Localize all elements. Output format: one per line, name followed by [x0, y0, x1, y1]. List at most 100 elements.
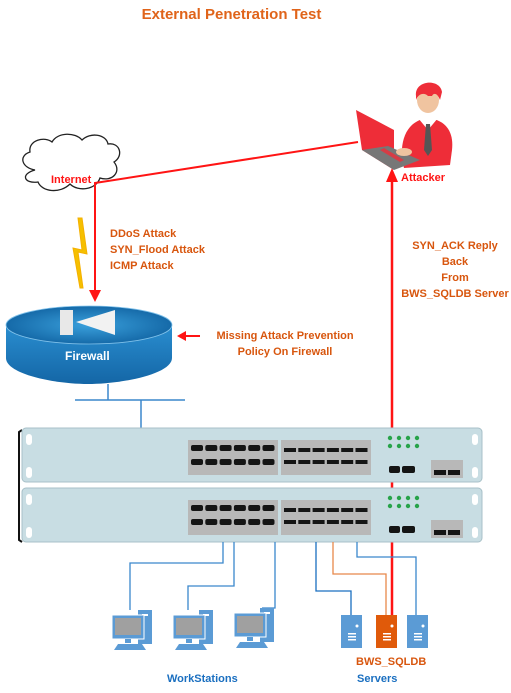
sfp-port	[341, 460, 354, 464]
reply-note-line: SYN_ACK Reply Back	[412, 240, 498, 268]
reply-note-line: From	[441, 272, 469, 284]
sfp-port	[448, 470, 460, 475]
status-led	[396, 443, 402, 449]
rj45-port	[219, 519, 232, 525]
uplink-port	[402, 526, 415, 533]
sfp-port	[341, 520, 354, 524]
sfp-port	[448, 530, 460, 535]
reply-path	[386, 168, 398, 615]
sfp-port	[341, 508, 354, 512]
sfp-port	[326, 460, 339, 464]
status-led	[396, 435, 402, 441]
sfp-port	[298, 448, 311, 452]
sfp-port	[284, 520, 296, 524]
server-icon[interactable]	[407, 615, 428, 648]
sfp-port	[312, 520, 325, 524]
rj45-port	[205, 459, 218, 465]
rj45-port	[191, 519, 203, 525]
sfp-port	[312, 508, 325, 512]
sfp-port	[434, 530, 446, 535]
reply-note: SYN_ACK Reply Back From BWS_SQLDB Server	[400, 238, 510, 302]
status-led	[387, 503, 393, 509]
status-led	[414, 495, 420, 501]
firewall-label: Firewall	[65, 349, 110, 363]
firewall-icon	[5, 305, 173, 384]
firewall-note-line: Missing Attack Prevention	[216, 330, 354, 342]
workstation-links	[129, 542, 276, 610]
status-led	[405, 495, 411, 501]
sfp-port	[284, 448, 296, 452]
rj45-port	[262, 519, 275, 525]
rj45-port	[191, 505, 203, 511]
rj45-port	[219, 505, 232, 511]
rj45-port	[262, 505, 275, 511]
rj45-port	[233, 505, 246, 511]
status-led	[405, 503, 411, 509]
rj45-port	[191, 459, 203, 465]
sfp-port	[298, 520, 311, 524]
rj45-port	[219, 459, 232, 465]
sfp-port	[355, 448, 368, 452]
firewall-note-arrow	[177, 331, 200, 341]
uplink-port	[389, 466, 400, 473]
status-led	[396, 503, 402, 509]
rj45-port	[233, 445, 246, 451]
rj45-port	[233, 519, 246, 525]
attack-item: DDoS Attack	[110, 228, 177, 240]
sfp-port	[355, 508, 368, 512]
sfp-port	[355, 520, 368, 524]
server-icon-highlighted[interactable]	[376, 615, 397, 648]
status-led	[414, 443, 420, 449]
sfp-port	[298, 508, 311, 512]
status-led	[414, 435, 420, 441]
status-led	[405, 435, 411, 441]
workstation-group	[111, 608, 274, 650]
rj45-port	[205, 445, 218, 451]
sfp-port	[341, 448, 354, 452]
status-led	[414, 503, 420, 509]
firewall-switch-link	[75, 384, 185, 428]
workstations-label: WorkStations	[167, 673, 238, 685]
rj45-port	[248, 459, 261, 465]
sfp-port	[355, 460, 368, 464]
sfp-port	[326, 448, 339, 452]
rj45-port	[233, 459, 246, 465]
internet-label: Internet	[51, 174, 92, 186]
status-led	[405, 443, 411, 449]
rj45-port	[248, 519, 261, 525]
rj45-port	[219, 445, 232, 451]
rj45-port	[191, 445, 203, 451]
hacker-laptop-icon	[356, 82, 453, 170]
sfp-port	[326, 508, 339, 512]
server-icon[interactable]	[341, 615, 362, 648]
attack-list: DDoS Attack SYN_Flood Attack ICMP Attack	[110, 226, 205, 274]
attack-path	[89, 141, 359, 302]
lightning-icon	[72, 217, 88, 289]
desktop-computer-icon[interactable]	[233, 608, 274, 648]
attack-arrowhead	[89, 290, 101, 302]
sfp-port	[284, 508, 296, 512]
rj45-port	[248, 505, 261, 511]
rj45-port	[205, 519, 218, 525]
attacker-label: Attacker	[401, 172, 446, 184]
status-led	[396, 495, 402, 501]
sfp-port	[312, 448, 325, 452]
desktop-computer-icon[interactable]	[111, 610, 152, 650]
firewall-note-line: Policy On Firewall	[237, 346, 333, 358]
rj45-port	[205, 505, 218, 511]
uplink-port	[402, 466, 415, 473]
reply-arrowhead	[386, 168, 398, 182]
sfp-port	[284, 460, 296, 464]
sfp-port	[312, 460, 325, 464]
status-led	[387, 495, 393, 501]
sfp-port	[298, 460, 311, 464]
sfp-port	[326, 520, 339, 524]
rj45-port	[248, 445, 261, 451]
rj45-port	[262, 445, 275, 451]
attack-item: ICMP Attack	[110, 260, 174, 272]
attack-item: SYN_Flood Attack	[110, 244, 205, 256]
desktop-computer-icon[interactable]	[172, 610, 213, 650]
rj45-port	[262, 459, 275, 465]
server-group	[341, 615, 428, 648]
firewall-note: Missing Attack Prevention Policy On Fire…	[210, 328, 360, 360]
